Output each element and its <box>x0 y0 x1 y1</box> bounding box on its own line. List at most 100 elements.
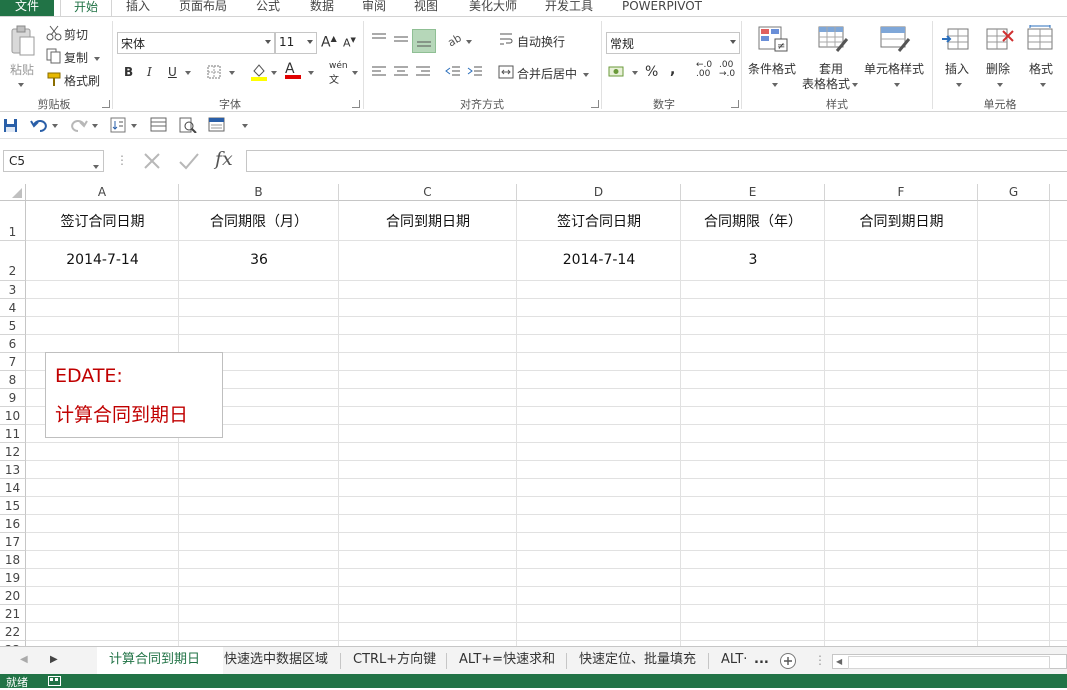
undo-dropdown[interactable] <box>50 118 58 132</box>
horizontal-scrollbar[interactable]: ◀ <box>832 654 1067 669</box>
table-icon[interactable] <box>150 117 168 133</box>
increase-indent-icon[interactable] <box>466 65 484 79</box>
row-header-9[interactable]: 9 <box>0 389 26 407</box>
paste-button[interactable]: 粘贴 <box>10 61 34 78</box>
tab-splitter[interactable]: ⋮ <box>814 653 826 667</box>
cell-b1[interactable]: 合同期限（月） <box>179 211 339 231</box>
scroll-left-arrow-icon[interactable]: ◀ <box>836 657 842 666</box>
conditional-format-button[interactable]: 条件格式 <box>748 60 796 77</box>
insert-cells-button[interactable]: 插入 <box>945 60 969 77</box>
fill-color-dropdown[interactable] <box>269 65 277 79</box>
align-middle-icon[interactable] <box>392 31 410 47</box>
tab-insert[interactable]: 插入 <box>116 0 160 16</box>
row-header-13[interactable]: 13 <box>0 461 26 479</box>
cell-e2[interactable]: 3 <box>681 252 825 268</box>
row-header-5[interactable]: 5 <box>0 317 26 335</box>
row-header-18[interactable]: 18 <box>0 551 26 569</box>
row-header-3[interactable]: 3 <box>0 281 26 299</box>
clipboard-launcher-icon[interactable] <box>102 100 110 108</box>
cell-styles-button[interactable]: 单元格样式 <box>864 60 924 77</box>
sheet-tab-alt-sum[interactable]: ALT+=快速求和 <box>459 647 555 674</box>
column-header-g[interactable]: G <box>978 184 1050 201</box>
select-all-corner[interactable] <box>0 184 26 201</box>
tab-beautify-master[interactable]: 美化大师 <box>458 0 528 16</box>
align-center-icon[interactable] <box>392 65 410 79</box>
format-cells-button[interactable]: 格式 <box>1029 60 1053 77</box>
row-header-14[interactable]: 14 <box>0 479 26 497</box>
sheet-tab-goto-fill[interactable]: 快速定位、批量填充 <box>579 647 696 674</box>
row-header-4[interactable]: 4 <box>0 299 26 317</box>
wrap-text-button[interactable]: 自动换行 <box>517 33 565 50</box>
cell-f1[interactable]: 合同到期日期 <box>825 211 978 231</box>
percent-button[interactable]: % <box>645 64 658 80</box>
decrease-decimal-button[interactable]: .00 →.0 <box>719 61 735 79</box>
sheet-tab-contract-expiry[interactable]: 计算合同到期日 <box>97 647 223 676</box>
merge-center-button[interactable]: 合并后居中 <box>517 65 589 82</box>
cell-d2[interactable]: 2014-7-14 <box>517 252 681 268</box>
scroll-tabs-right-icon[interactable]: ▶ <box>50 654 58 665</box>
tab-data[interactable]: 数据 <box>300 0 344 16</box>
align-bottom-icon[interactable] <box>412 29 436 53</box>
decrease-font-size-button[interactable]: A▼ <box>343 36 356 50</box>
add-sheet-icon[interactable] <box>779 652 797 670</box>
phonetic-button[interactable]: wén 文 <box>329 61 348 86</box>
sort-dropdown[interactable] <box>129 118 137 132</box>
redo-icon[interactable] <box>70 117 88 133</box>
print-preview-icon[interactable] <box>179 117 197 134</box>
insert-cells-dropdown[interactable] <box>954 77 962 91</box>
increase-decimal-button[interactable]: ←.0.00 <box>696 61 712 79</box>
font-color-button[interactable]: A <box>285 61 301 79</box>
sheet-tab-quick-select[interactable]: 快速选中数据区域 <box>224 647 328 674</box>
column-header-h[interactable] <box>1050 184 1067 201</box>
cancel-icon[interactable] <box>142 152 162 170</box>
formula-input[interactable] <box>246 150 1067 172</box>
cut-button[interactable]: 剪切 <box>64 26 88 43</box>
border-dropdown[interactable] <box>227 65 235 79</box>
delete-cells-dropdown[interactable] <box>995 77 1003 91</box>
row-header-11[interactable]: 11 <box>0 425 26 443</box>
row-header-16[interactable]: 16 <box>0 515 26 533</box>
cell-e1[interactable]: 合同期限（年） <box>681 211 825 231</box>
row-header-10[interactable]: 10 <box>0 407 26 425</box>
enter-check-icon[interactable] <box>178 152 200 170</box>
sheet-tab-alt[interactable]: ALT· <box>721 647 747 674</box>
alignment-launcher-icon[interactable] <box>591 100 599 108</box>
scroll-tabs-left-icon[interactable]: ◀ <box>20 654 28 665</box>
row-header-2[interactable]: 2 <box>0 241 26 281</box>
row-header-17[interactable]: 17 <box>0 533 26 551</box>
font-launcher-icon[interactable] <box>352 100 360 108</box>
underline-dropdown[interactable] <box>183 65 191 79</box>
column-header-d[interactable]: D <box>517 184 681 201</box>
number-launcher-icon[interactable] <box>731 100 739 108</box>
cell-a2[interactable]: 2014-7-14 <box>26 252 179 268</box>
currency-dropdown[interactable] <box>630 65 638 79</box>
paste-icon[interactable] <box>8 25 36 57</box>
sheet-tab-ctrl-arrow[interactable]: CTRL+方向键 <box>353 647 436 674</box>
column-header-b[interactable]: B <box>179 184 339 201</box>
cell-d1[interactable]: 签订合同日期 <box>517 211 681 231</box>
form-icon[interactable] <box>208 117 226 133</box>
sort-icon[interactable] <box>110 117 128 133</box>
bold-button[interactable]: B <box>124 65 133 79</box>
worksheet-grid[interactable]: A B C D E F G 1 2 3 4 5 6 7 8 9 10 11 12… <box>0 184 1067 646</box>
comma-button[interactable]: , <box>670 62 675 78</box>
cell-c1[interactable]: 合同到期日期 <box>339 211 517 231</box>
customize-qat-dropdown[interactable] <box>240 118 248 132</box>
cell-styles-dropdown[interactable] <box>892 77 900 91</box>
phonetic-dropdown[interactable] <box>350 65 358 79</box>
delete-cells-button[interactable]: 删除 <box>986 60 1010 77</box>
font-size-select[interactable]: 11 <box>275 32 317 54</box>
increase-font-size-button[interactable]: A▲ <box>321 34 337 51</box>
align-left-icon[interactable] <box>370 65 388 79</box>
row-header-15[interactable]: 15 <box>0 497 26 515</box>
format-cells-dropdown[interactable] <box>1038 77 1046 91</box>
align-top-icon[interactable] <box>370 31 388 47</box>
format-painter-button[interactable]: 格式刷 <box>64 72 100 89</box>
row-header-7[interactable]: 7 <box>0 353 26 371</box>
more-sheets-button[interactable]: ... <box>754 647 769 674</box>
orientation-dropdown[interactable] <box>464 34 472 48</box>
row-header-19[interactable]: 19 <box>0 569 26 587</box>
copy-button[interactable]: 复制 <box>64 49 100 66</box>
row-header-6[interactable]: 6 <box>0 335 26 353</box>
row-header-12[interactable]: 12 <box>0 443 26 461</box>
